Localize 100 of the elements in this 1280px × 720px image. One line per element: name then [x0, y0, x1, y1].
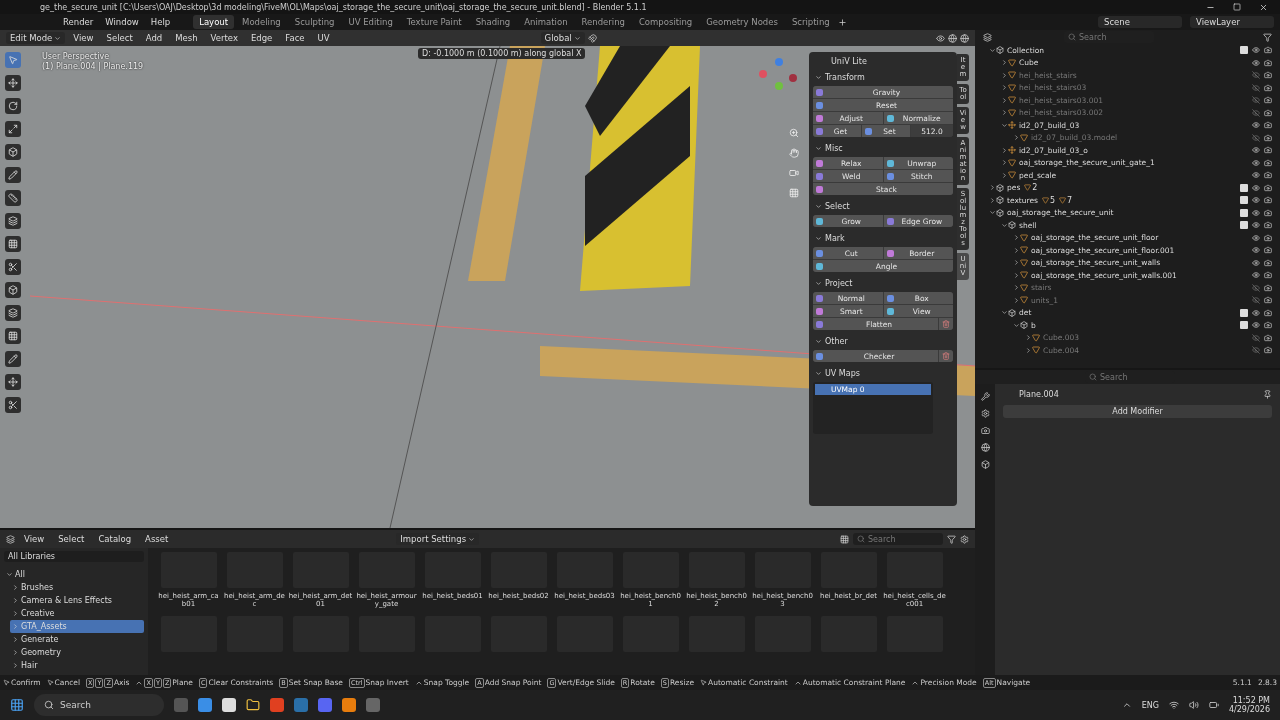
chevron-down-icon[interactable] — [815, 370, 822, 377]
library-folder-item[interactable]: All — [4, 569, 144, 580]
library-folder-item[interactable]: Generate — [10, 633, 144, 646]
battery-icon[interactable] — [1208, 700, 1219, 710]
section-header[interactable]: Project — [813, 275, 953, 292]
eye-icon[interactable] — [1252, 208, 1260, 217]
library-folder-item[interactable]: Geometry — [10, 646, 144, 659]
cube-icon[interactable] — [980, 460, 990, 469]
eye-icon[interactable] — [1252, 308, 1260, 317]
start-icon[interactable] — [10, 698, 24, 712]
section-header[interactable]: Misc — [813, 140, 953, 157]
orientation-dropdown[interactable]: Global — [540, 32, 585, 44]
checkbox[interactable] — [1240, 308, 1248, 317]
section-header[interactable]: Mark — [813, 230, 953, 247]
eye-closed-icon[interactable] — [1252, 296, 1260, 305]
section-header[interactable]: Other — [813, 333, 953, 350]
camera-icon[interactable] — [1264, 46, 1272, 55]
search-field[interactable]: Search — [853, 533, 943, 545]
eye-icon[interactable] — [1252, 158, 1260, 167]
camera-icon[interactable] — [1264, 108, 1272, 117]
checkbox[interactable] — [1240, 46, 1248, 55]
rotate-icon[interactable] — [5, 98, 21, 114]
eye-closed-icon[interactable] — [1252, 96, 1260, 105]
eye-closed-icon[interactable] — [1252, 333, 1260, 342]
library-folder-item[interactable]: Camera & Lens Effects — [10, 594, 144, 607]
filter-icon[interactable] — [1263, 32, 1272, 42]
settings-icon[interactable] — [980, 409, 990, 418]
mode-dropdown[interactable]: Edit Mode — [6, 32, 66, 44]
camera-icon[interactable] — [1264, 321, 1272, 330]
magnet-icon[interactable] — [587, 33, 597, 43]
camera-icon[interactable] — [1264, 221, 1272, 230]
camera-icon[interactable] — [1264, 296, 1272, 305]
menu-item[interactable]: Catalog — [93, 534, 137, 544]
grid-icon[interactable] — [5, 328, 21, 344]
chevron-down-icon[interactable] — [6, 571, 13, 578]
camera-icon[interactable] — [1264, 246, 1272, 255]
settings-icon[interactable] — [960, 534, 969, 544]
menu-item[interactable]: Vertex — [205, 33, 243, 43]
layers-icon[interactable] — [5, 305, 21, 321]
camera-icon[interactable] — [1264, 83, 1272, 92]
camera-icon[interactable] — [1264, 283, 1272, 292]
workspace-tab[interactable]: Sculpting — [288, 15, 341, 29]
filter-icon[interactable] — [947, 534, 956, 544]
eye-closed-icon[interactable] — [1252, 346, 1260, 355]
eye-icon[interactable] — [1252, 321, 1260, 330]
menu-item[interactable]: View — [68, 33, 99, 43]
cursor-icon[interactable] — [5, 52, 21, 68]
workspace-tab[interactable]: UV Editing — [342, 15, 399, 29]
checkbox[interactable] — [1240, 183, 1248, 192]
workspace-tab[interactable]: Texture Paint — [400, 15, 468, 29]
grid-icon[interactable] — [840, 534, 849, 544]
eye-icon[interactable] — [1252, 246, 1260, 255]
camera-icon[interactable] — [1264, 121, 1272, 130]
eye-icon[interactable] — [1252, 46, 1260, 55]
eye-icon[interactable] — [1252, 258, 1260, 267]
workspace-tab[interactable]: Shading — [469, 15, 517, 29]
eye-closed-icon[interactable] — [1252, 133, 1260, 142]
checkbox[interactable] — [1240, 321, 1248, 330]
menu-item[interactable]: Mesh — [170, 33, 203, 43]
close-icon[interactable] — [1259, 2, 1268, 12]
editor-type-icon[interactable] — [6, 534, 15, 544]
pencil-icon[interactable] — [5, 351, 21, 367]
eye-icon[interactable] — [1252, 233, 1260, 242]
globe-icon[interactable] — [960, 33, 969, 43]
eye-closed-icon[interactable] — [1252, 283, 1260, 292]
checkbox[interactable] — [1240, 221, 1248, 230]
scene-field[interactable]: Scene — [1098, 16, 1182, 28]
menu-item[interactable]: Edge — [245, 33, 278, 43]
camera-icon[interactable] — [1264, 308, 1272, 317]
hand-icon[interactable] — [787, 146, 801, 160]
scale-icon[interactable] — [5, 121, 21, 137]
eye-closed-icon[interactable] — [1252, 108, 1260, 117]
scissors-icon[interactable] — [5, 397, 21, 413]
eye-icon[interactable] — [1252, 146, 1260, 155]
wifi-icon[interactable] — [1168, 700, 1179, 710]
camera-icon[interactable] — [1264, 333, 1272, 342]
eye-icon[interactable] — [1252, 121, 1260, 130]
cube-icon[interactable] — [5, 144, 21, 160]
taskbar-search[interactable]: Search — [34, 694, 164, 716]
camera-icon[interactable] — [1264, 158, 1272, 167]
workspace-tab[interactable]: Layout — [193, 15, 235, 29]
menu-item[interactable]: Render — [58, 17, 99, 27]
camera-icon[interactable] — [1264, 146, 1272, 155]
camera-icon[interactable] — [1264, 133, 1272, 142]
camera-icon[interactable] — [1264, 183, 1272, 192]
camera-icon[interactable] — [1264, 196, 1272, 205]
camera-icon[interactable] — [1264, 58, 1272, 67]
section-header[interactable]: Transform — [813, 69, 953, 86]
menu-item[interactable]: View — [19, 534, 50, 544]
checkbox[interactable] — [1240, 196, 1248, 205]
section-header[interactable]: UV Maps — [813, 365, 953, 382]
view-layer-field[interactable]: ViewLayer — [1190, 16, 1274, 28]
clock-time[interactable]: 11:52 PM — [1232, 696, 1270, 705]
camera-icon[interactable] — [1264, 208, 1272, 217]
eye-icon[interactable] — [1252, 271, 1260, 280]
globe-icon[interactable] — [980, 443, 990, 452]
folder-icon[interactable] — [246, 698, 260, 712]
library-folder-item[interactable]: Brushes — [10, 581, 144, 594]
camera-icon[interactable] — [1264, 258, 1272, 267]
eye-icon[interactable] — [1252, 58, 1260, 67]
